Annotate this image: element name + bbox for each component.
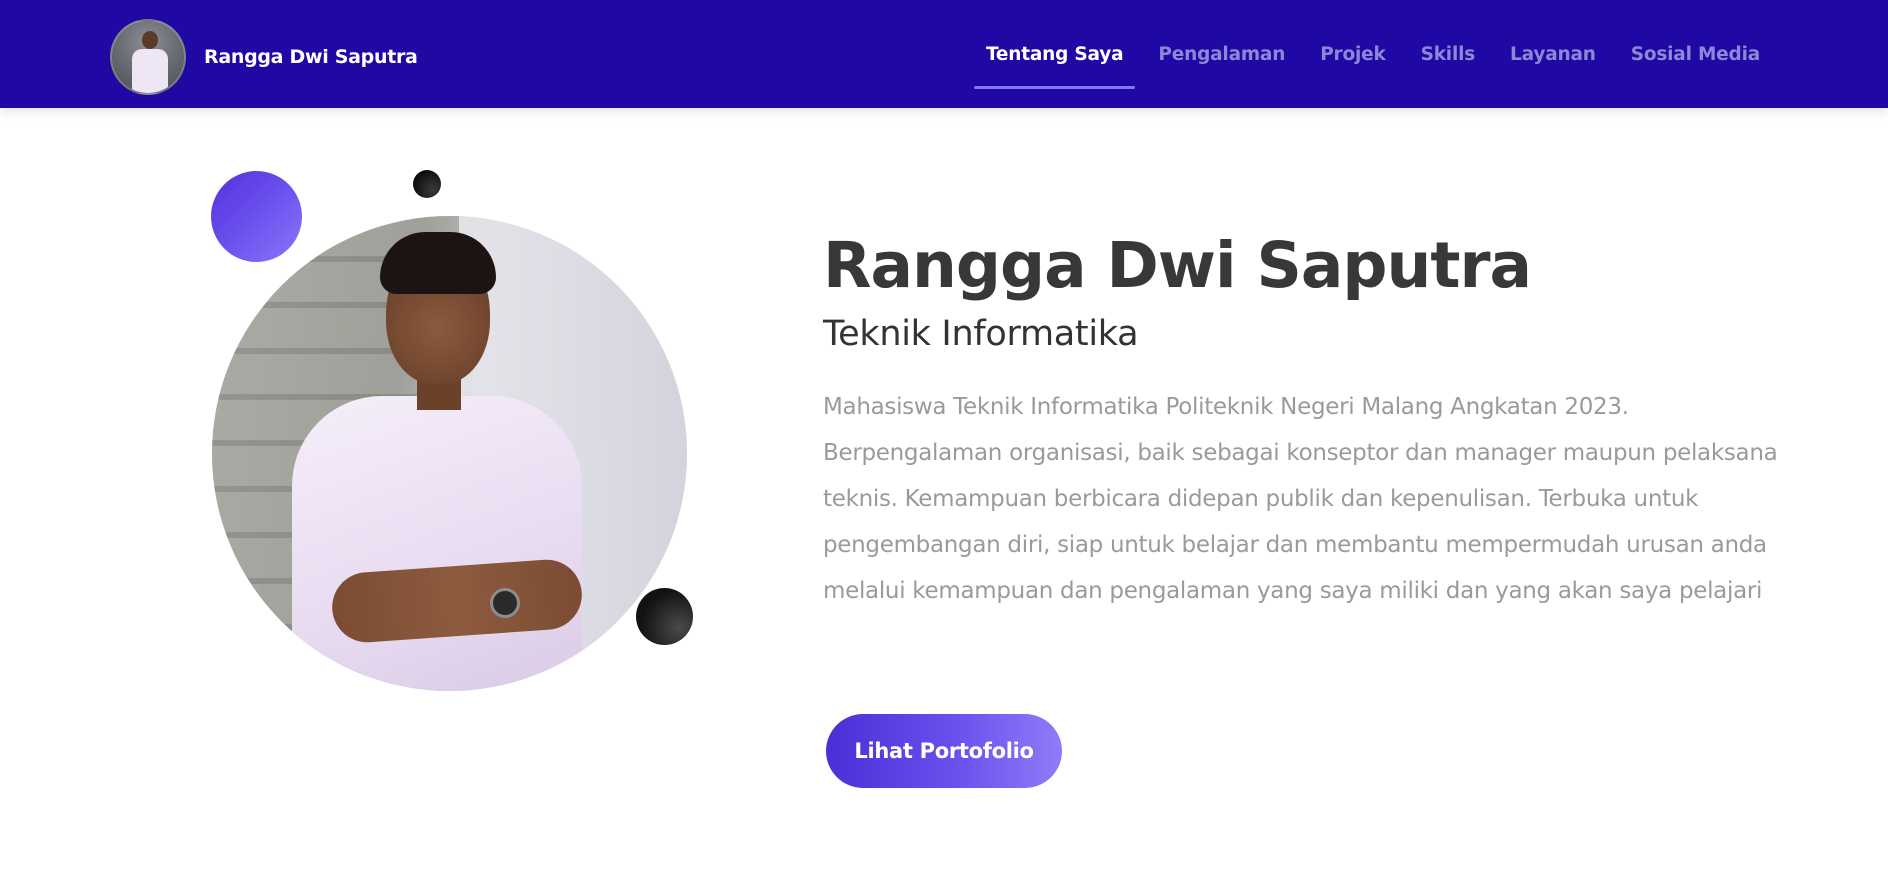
view-portfolio-button[interactable]: Lihat Portofolio [826,714,1062,788]
photo-person-hair [380,232,496,294]
photo-person-shirt [292,396,582,691]
main-nav: Tentang Saya Pengalaman Projek Skills La… [973,0,1760,108]
nav-item-projek[interactable]: Projek [1320,44,1386,65]
hero-text: Rangga Dwi Saputra Teknik Informatika Ma… [823,224,1783,614]
decorative-black-dot [413,170,441,198]
avatar-head-shape [142,31,158,49]
brand[interactable]: Rangga Dwi Saputra [110,19,418,95]
navbar: Rangga Dwi Saputra Tentang Saya Pengalam… [0,0,1888,108]
avatar-body-shape [132,49,168,93]
profile-photo [212,216,687,691]
photo-watch [490,588,520,618]
hero-name: Rangga Dwi Saputra [823,229,1532,302]
hero-role: Teknik Informatika [823,314,1139,354]
nav-item-layanan[interactable]: Layanan [1510,44,1596,65]
nav-item-tentang-saya[interactable]: Tentang Saya [973,44,1136,89]
nav-item-skills[interactable]: Skills [1421,44,1476,65]
decorative-black-circle [636,588,693,645]
nav-item-pengalaman[interactable]: Pengalaman [1158,44,1285,65]
nav-item-sosial-media[interactable]: Sosial Media [1631,44,1760,65]
brand-name[interactable]: Rangga Dwi Saputra [204,46,418,68]
hero-description: Mahasiswa Teknik Informatika Politeknik … [823,394,1778,604]
avatar [110,19,186,95]
